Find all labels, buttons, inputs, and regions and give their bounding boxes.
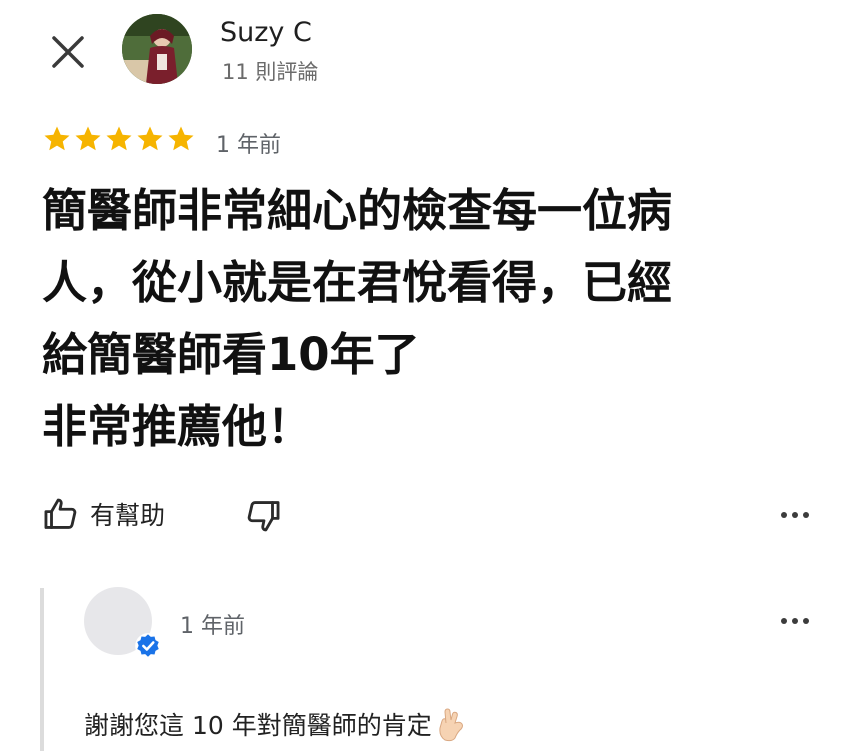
star-rating	[42, 124, 196, 154]
star-icon	[137, 126, 163, 151]
close-button[interactable]	[44, 28, 92, 76]
thumbs-up-icon	[44, 498, 77, 529]
more-dot	[792, 618, 798, 624]
helpful-label: 有幫助	[90, 501, 166, 530]
author-avatar[interactable]	[122, 14, 192, 84]
helpful-button[interactable]: 有幫助	[42, 495, 165, 533]
reply-text-row: 謝謝您這 10 年對簡醫師的肯定	[84, 706, 468, 742]
review-text: 簡醫師非常細心的檢查每一位病 人，從小就是在君悅看得，已經 給簡醫師看10年了 …	[42, 184, 673, 453]
reply-more-button[interactable]	[775, 609, 815, 633]
close-icon	[52, 36, 84, 68]
review-more-button[interactable]	[775, 503, 815, 527]
star-icon	[75, 126, 101, 151]
reply-text: 謝謝您這 10 年對簡醫師的肯定	[84, 711, 432, 740]
hand-emoji-icon	[439, 708, 463, 742]
more-dot	[803, 618, 809, 624]
reply-time: 1 年前	[180, 614, 245, 639]
author-review-count: 11 則評論	[222, 60, 319, 84]
star-icon	[106, 126, 132, 151]
more-dot	[781, 512, 787, 518]
reply-divider	[40, 588, 44, 751]
star-icon	[44, 126, 70, 151]
more-dot	[792, 512, 798, 518]
author-name[interactable]: Suzy C	[220, 17, 312, 48]
more-dot	[781, 618, 787, 624]
author-photo	[122, 14, 192, 84]
thumbs-down-icon	[247, 501, 280, 532]
not-helpful-button[interactable]	[244, 497, 282, 539]
more-dot	[803, 512, 809, 518]
review-time: 1 年前	[216, 133, 281, 158]
star-icon	[168, 126, 194, 151]
verified-badge-icon	[134, 632, 162, 664]
